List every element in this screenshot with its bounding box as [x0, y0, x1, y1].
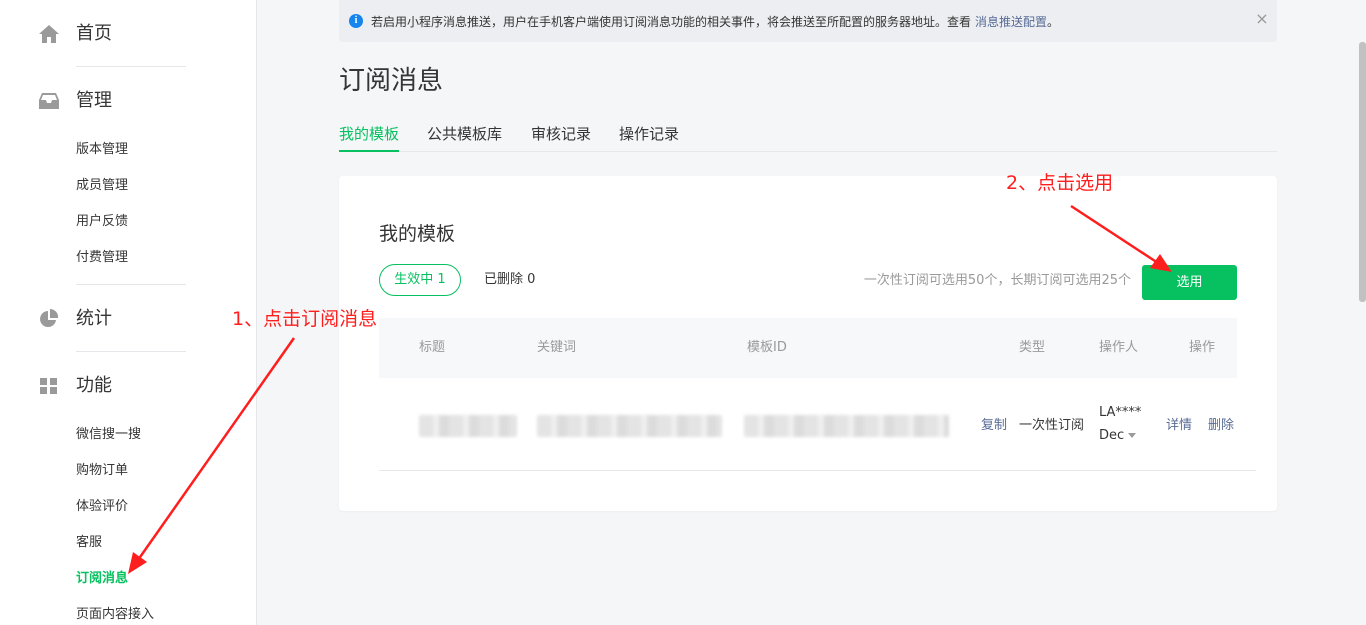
sidebar-item-service[interactable]: 客服 — [76, 534, 102, 552]
info-icon: i — [349, 14, 363, 28]
row-operator: LA**** — [1099, 405, 1142, 420]
annotation-step1: 1、点击订阅消息 — [232, 308, 378, 330]
nav-features[interactable]: 功能 — [38, 374, 112, 398]
scrollbar[interactable] — [1359, 42, 1366, 302]
sidebar-item-page-content[interactable]: 页面内容接入 — [76, 606, 154, 624]
sidebar-item-reviews[interactable]: 体验评价 — [76, 498, 128, 516]
notice-suffix: 。 — [1047, 14, 1060, 29]
card-title: 我的模板 — [379, 223, 456, 245]
row-type: 一次性订阅 — [1019, 418, 1085, 433]
header-actions: 操作 — [1189, 340, 1216, 355]
pie-chart-icon — [40, 308, 59, 327]
sidebar-item-orders[interactable]: 购物订单 — [76, 462, 128, 480]
header-template-id: 模板ID — [747, 340, 787, 355]
operator-dropdown[interactable]: Dec — [1099, 427, 1137, 445]
notice-text: 若启用小程序消息推送，用户在手机客户端使用订阅消息功能的相关事件，将会推送至所配… — [371, 14, 972, 29]
nav-stats[interactable]: 统计 — [38, 307, 112, 331]
detail-link[interactable]: 详情 — [1166, 417, 1192, 435]
header-keywords: 关键词 — [537, 340, 577, 355]
templates-card: 我的模板 生效中 1 已删除 0 一次性订阅可选用50个，长期订阅可选用25个 … — [339, 176, 1277, 511]
tab-bar: 我的模板 公共模板库 审核记录 操作记录 — [339, 120, 1277, 152]
redacted-title — [419, 415, 517, 437]
nav-manage-label: 管理 — [76, 90, 112, 111]
divider — [76, 284, 186, 285]
home-icon — [39, 25, 59, 43]
sidebar-item-subscribe-messages[interactable]: 订阅消息 — [76, 570, 128, 588]
close-icon[interactable]: × — [1255, 11, 1269, 27]
filter-active[interactable]: 生效中 1 — [379, 264, 461, 296]
nav-home[interactable]: 首页 — [38, 22, 112, 46]
delete-link[interactable]: 删除 — [1208, 417, 1234, 435]
notice-bar: i 若启用小程序消息推送，用户在手机客户端使用订阅消息功能的相关事件，将会推送至… — [339, 0, 1277, 42]
header-type: 类型 — [1019, 340, 1046, 355]
nav-manage[interactable]: 管理 — [38, 89, 112, 113]
grid-icon — [40, 378, 57, 394]
redacted-keywords — [537, 415, 722, 437]
table-header: 标题 关键词 模板ID 类型 操作人 操作 — [379, 318, 1237, 378]
page-title: 订阅消息 — [339, 66, 444, 96]
sidebar: 首页 管理 版本管理 成员管理 用户反馈 付费管理 统计 功能 微信搜一搜 购物… — [0, 0, 257, 625]
sidebar-item-feedback[interactable]: 用户反馈 — [76, 213, 128, 231]
tab-review-records[interactable]: 审核记录 — [531, 120, 591, 148]
copy-link[interactable]: 复制 — [981, 417, 1007, 435]
push-config-link[interactable]: 消息推送配置 — [975, 13, 1047, 30]
sidebar-item-members[interactable]: 成员管理 — [76, 177, 128, 195]
quota-text: 一次性订阅可选用50个，长期订阅可选用25个 — [863, 273, 1131, 288]
tab-public-library[interactable]: 公共模板库 — [427, 120, 502, 148]
inbox-icon — [39, 93, 59, 109]
tab-operation-records[interactable]: 操作记录 — [619, 120, 679, 148]
filter-deleted[interactable]: 已删除 0 — [484, 264, 535, 296]
sidebar-item-search[interactable]: 微信搜一搜 — [76, 426, 141, 444]
sidebar-item-payment[interactable]: 付费管理 — [76, 249, 128, 267]
row-operator-sub: Dec — [1099, 428, 1125, 443]
annotation-step2: 2、点击选用 — [1006, 172, 1114, 194]
select-button[interactable]: 选用 — [1142, 265, 1237, 300]
table-row: 复制 一次性订阅 LA**** Dec 详情 删除 — [379, 378, 1256, 471]
nav-stats-label: 统计 — [76, 308, 112, 329]
nav-home-label: 首页 — [76, 23, 112, 44]
tab-my-templates[interactable]: 我的模板 — [339, 120, 400, 152]
sidebar-item-version[interactable]: 版本管理 — [76, 141, 128, 159]
caret-down-icon — [1128, 433, 1137, 438]
redacted-template-id — [744, 415, 949, 437]
divider — [76, 66, 186, 67]
divider — [76, 351, 186, 352]
nav-features-label: 功能 — [76, 375, 112, 396]
header-title: 标题 — [419, 340, 446, 355]
header-operator: 操作人 — [1099, 340, 1139, 355]
